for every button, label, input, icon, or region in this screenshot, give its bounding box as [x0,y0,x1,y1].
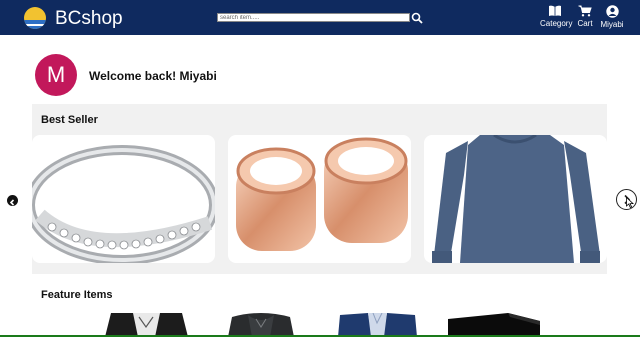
tunnels-image [236,137,408,251]
avatar[interactable]: M [35,54,77,96]
nav-cart[interactable]: Cart [576,5,594,31]
carousel-prev-button[interactable] [7,195,18,206]
nav-category-label: Category [540,19,573,28]
product-card-shirt[interactable] [424,135,607,263]
cart-icon [578,5,592,17]
ring-image [32,145,215,263]
feature-item-jacket-bw[interactable] [103,313,190,337]
search-icon[interactable] [411,11,423,24]
user-icon [605,5,619,18]
feature-item-black-product[interactable] [448,313,540,337]
jacket-bw-image [103,313,190,337]
best-seller-title: Best Seller [41,114,98,126]
feature-item-leather-jacket[interactable] [226,313,296,337]
shirt-image [432,135,600,263]
nav-user[interactable]: Miyabi [599,5,625,31]
feature-items-title: Feature Items [41,289,113,301]
search-input[interactable] [217,13,410,22]
product-card-tunnels[interactable] [228,135,411,263]
book-icon [549,5,561,17]
black-product-image [448,313,540,337]
nav-user-label: Miyabi [600,20,624,29]
nav-category[interactable]: Category [540,5,573,31]
welcome-message: Welcome back! Miyabi [89,69,217,83]
brand-name[interactable]: BCshop [55,9,123,29]
feature-item-navy-blazer[interactable] [338,313,417,337]
bcshop-logo-icon[interactable] [24,7,46,29]
mouse-cursor-icon [626,197,634,208]
leather-jacket-image [226,313,296,337]
top-navbar: BCshop Category Cart Miyabi [0,0,640,35]
product-card-ring[interactable] [32,135,215,263]
navy-blazer-image [338,313,417,337]
chevron-left-icon [9,199,15,206]
nav-cart-label: Cart [577,19,593,28]
